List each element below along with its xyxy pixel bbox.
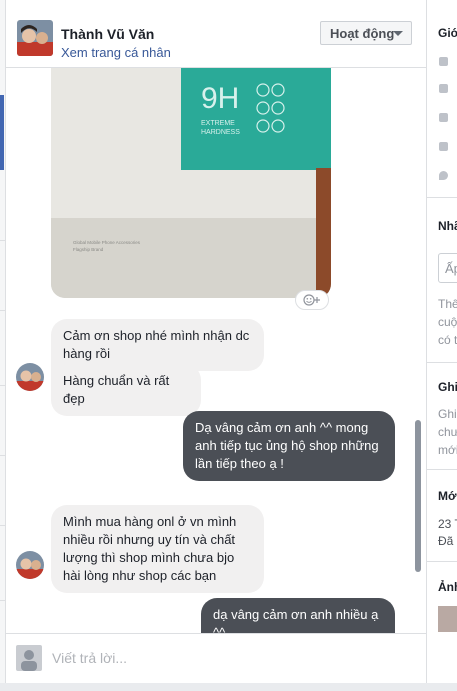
notes2-section-title: Ghi [438,380,457,394]
about-section-title: Giớ [438,26,457,40]
recent-section-title: Mới [438,489,457,503]
section-divider [427,469,457,470]
notes2-text-line: Ghi [438,407,457,421]
my-avatar [16,645,42,671]
message-bubble-outgoing[interactable]: dạ vâng cảm ơn anh nhiều ạ ^^ [201,598,395,633]
recent-date: 23 T [438,517,457,531]
badge-line1: EXTREME [201,120,235,127]
view-profile-link[interactable]: Xem trang cá nhân [61,45,171,60]
message-bubble-incoming[interactable]: Hàng chuẩn và rất đẹp [51,364,201,416]
notes2-text-line: chư [438,425,457,439]
notes-input[interactable]: Ấp [438,253,457,283]
shared-photo[interactable]: 9H EXTREME HARDNESS Global Mobile Phone … [51,68,331,298]
status-button-label: Hoạt động [330,25,395,41]
conversation-panel: Thành Vũ Văn Xem trang cá nhân Hoạt động… [6,0,426,691]
home-icon [439,142,448,151]
left-sidebar-accent [0,95,4,170]
location-icon [439,171,448,180]
education-icon [439,113,448,122]
images-section-title: Ảnh [438,580,457,594]
reply-composer: Viết trả lời... [6,633,426,683]
contact-name[interactable]: Thành Vũ Văn [61,26,154,42]
message-thread: 9H EXTREME HARDNESS Global Mobile Phone … [6,68,426,633]
box-text-1: Global Mobile Phone Accessories [73,240,141,245]
add-reaction-button[interactable] [295,290,329,310]
contact-avatar[interactable] [17,20,53,56]
thread-scrollbar[interactable] [415,420,421,572]
section-divider [427,362,457,363]
smiley-plus-icon [303,294,320,306]
right-info-panel: Giớ Nhã Ấp Thê cuộ có t Ghi Ghi chư mới … [426,0,457,691]
section-divider [427,561,457,562]
sender-avatar[interactable] [16,551,44,579]
image-thumbnail[interactable] [438,606,457,632]
clock-icon [439,57,448,66]
notes-text-line: cuộ [438,315,457,329]
chevron-down-icon [393,31,403,36]
notes-text-line: Thê [438,297,457,311]
bottom-strip [0,683,457,691]
like-icon [439,84,448,93]
box-text-2: Flagship Brand [73,247,104,252]
reply-input[interactable]: Viết trả lời... [52,650,127,666]
notes-text-line: có t [438,333,457,347]
conversation-header: Thành Vũ Văn Xem trang cá nhân Hoạt động [6,0,426,68]
message-bubble-outgoing[interactable]: Dạ vâng cảm ơn anh ^^ mong anh tiếp tục … [183,411,395,481]
sender-avatar[interactable] [16,363,44,391]
message-bubble-incoming[interactable]: Mình mua hàng onl ở vn mình nhiều rồi nh… [51,505,264,593]
badge-line2: HARDNESS [201,129,240,136]
recent-text: Đã [438,534,454,548]
notes-section-title: Nhã [438,219,457,233]
status-dropdown-button[interactable]: Hoạt động [320,21,412,45]
section-divider [427,197,457,198]
notes2-text-line: mới [438,443,457,457]
badge-big-text: 9H [201,82,239,115]
